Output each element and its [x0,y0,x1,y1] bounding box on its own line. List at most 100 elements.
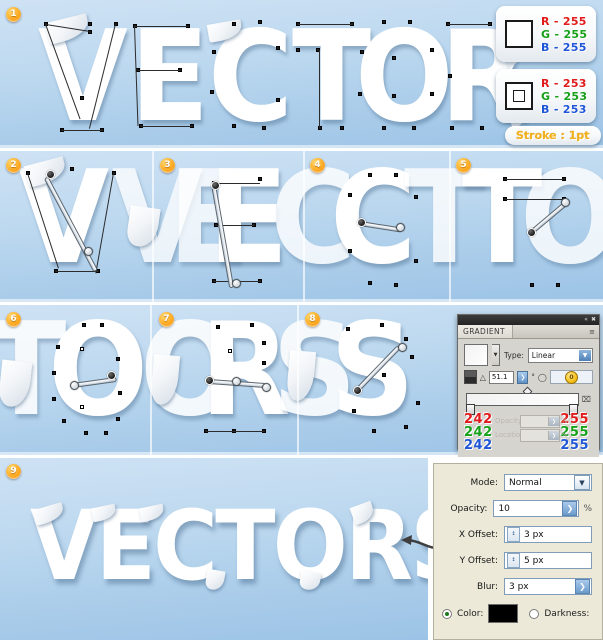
panel-menu-icon[interactable]: ≡ [589,328,599,336]
drop-shadow-dialog[interactable]: Mode: Normal ▼ Opacity: 10 ❯ % X Offset:… [433,463,603,640]
anchor-point[interactable] [556,283,560,287]
chevron-down-icon[interactable]: ▼ [579,349,591,361]
opacity-field[interactable]: ❯ [520,415,560,428]
gradient-panel-titlebar[interactable]: « ✖ [458,315,599,325]
gradient-preset-dropdown[interactable]: ▼ [492,344,500,366]
collapse-icon[interactable]: « [584,317,588,323]
gradient-panel-tabrow[interactable]: GRADIENT ≡ [458,325,599,339]
gradient-end-knob[interactable] [262,383,271,392]
anchor-point[interactable] [372,429,376,433]
anchor-point[interactable] [52,397,56,401]
gradient-preview-swatch[interactable] [464,344,488,366]
anchor-point[interactable] [430,48,434,52]
anchor-point[interactable] [276,46,280,50]
chevron-down-icon[interactable]: ▼ [574,475,590,490]
anchor-point[interactable] [116,417,120,421]
anchor-point-inner[interactable] [80,347,84,351]
anchor-point[interactable] [62,419,66,423]
anchor-point[interactable] [276,98,280,102]
anchor-point[interactable] [232,22,236,26]
anchor-point[interactable] [382,126,386,130]
anchor-point[interactable] [404,425,408,429]
anchor-point[interactable] [352,409,356,413]
anchor-point[interactable] [382,373,386,377]
anchor-point[interactable] [118,391,122,395]
anchor-point[interactable] [368,281,372,285]
mode-select[interactable]: Normal ▼ [504,474,592,491]
anchor-point[interactable] [430,92,434,96]
close-icon[interactable]: ✖ [591,317,596,323]
anchor-point[interactable] [414,259,418,263]
type-select[interactable]: Linear ▼ [527,347,593,363]
anchor-point[interactable] [82,323,86,327]
anchor-point[interactable] [448,74,452,78]
anchor-point[interactable] [358,92,362,96]
anchor-point[interactable] [394,283,398,287]
anchor-point[interactable] [348,193,352,197]
gradient-start-knob[interactable] [46,170,55,179]
shadow-color-chip[interactable] [488,604,519,623]
anchor-point[interactable] [104,431,108,435]
anchor-point[interactable] [404,337,408,341]
y-offset-input[interactable]: ↕ 5 px [504,552,592,569]
gradient-end-knob[interactable] [70,381,79,390]
anchor-point[interactable] [410,355,414,359]
anchor-point[interactable] [412,126,416,130]
anchor-point[interactable] [250,323,254,327]
anchor-point[interactable] [210,90,214,94]
gradient-ramp[interactable] [466,393,579,406]
anchor-point-inner[interactable] [228,349,232,353]
gradient-panel[interactable]: « ✖ GRADIENT ≡ ▼ Type: Linear ▼ △ 51.1 ❯ [457,314,600,457]
gradient-end-knob[interactable] [398,343,407,352]
anchor-point[interactable] [258,20,262,24]
anchor-point[interactable] [216,325,220,329]
anchor-point[interactable] [116,357,120,361]
anchor-point[interactable] [380,323,384,327]
anchor-point[interactable] [70,167,74,171]
angle-stepper[interactable]: ❯ [517,370,529,384]
gradient-start-knob[interactable] [527,228,536,237]
delete-stop-icon[interactable]: ⌧ [582,395,591,404]
gradient-end-knob[interactable] [561,198,570,207]
anchor-point[interactable] [80,96,84,100]
blur-input[interactable]: 3 px ❯ [504,578,592,595]
anchor-point[interactable] [360,50,364,54]
anchor-point[interactable] [348,249,352,253]
x-offset-spinner[interactable]: ↕ [507,527,520,542]
anchor-point[interactable] [258,177,262,181]
anchor-point[interactable] [262,341,266,345]
gradient-start-knob[interactable] [357,218,366,227]
gradient-ramp-area[interactable]: ⌧ [466,386,591,415]
blur-stepper[interactable]: ❯ [575,579,590,594]
aspect-field[interactable]: 0 [549,370,593,384]
y-offset-spinner[interactable]: ↕ [507,553,520,568]
anchor-point[interactable] [392,56,396,60]
anchor-point[interactable] [232,124,236,128]
anchor-point[interactable] [392,94,396,98]
location-field[interactable]: ❯ [520,429,560,442]
anchor-point[interactable] [408,20,412,24]
anchor-point[interactable] [88,22,92,26]
gradient-end-knob[interactable] [232,279,241,288]
angle-field[interactable]: 51.1 [488,370,515,384]
gradient-mid-knob[interactable] [232,377,241,386]
color-radio[interactable] [442,608,452,619]
anchor-point[interactable] [394,173,398,177]
anchor-point[interactable] [296,48,300,52]
anchor-point[interactable] [450,126,454,130]
gradient-start-knob[interactable] [107,371,116,380]
anchor-point[interactable] [212,50,216,54]
anchor-point[interactable] [414,195,418,199]
anchor-point[interactable] [52,371,56,375]
opacity-stepper[interactable]: ❯ [562,501,578,516]
x-offset-input[interactable]: ↕ 3 px [504,526,592,543]
anchor-point[interactable] [530,283,534,287]
anchor-point-inner[interactable] [80,405,84,409]
darkness-radio[interactable] [529,608,540,619]
anchor-point[interactable] [340,126,344,130]
gradient-end-knob[interactable] [84,247,93,256]
anchor-point[interactable] [382,20,386,24]
reverse-gradient-icon[interactable] [464,370,477,384]
tab-gradient[interactable]: GRADIENT [458,325,513,338]
gradient-start-knob[interactable] [353,386,362,395]
